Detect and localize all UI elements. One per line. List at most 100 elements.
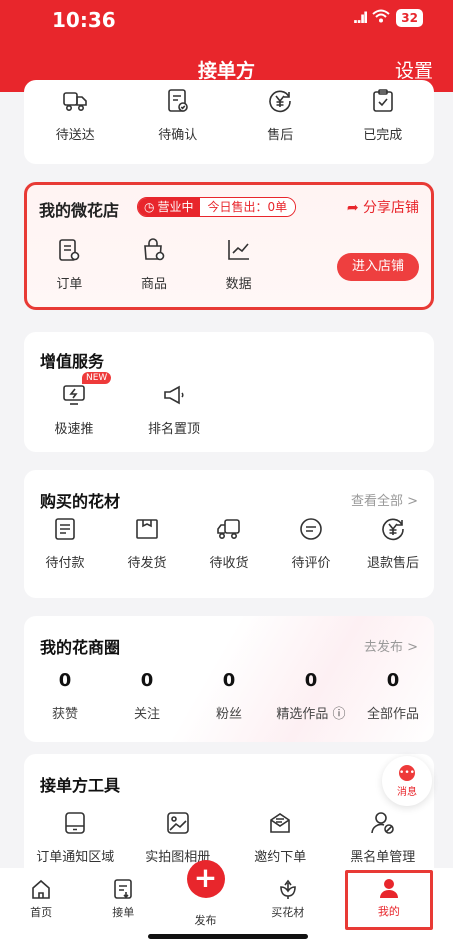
- value-item-label: 排名置顶: [147, 422, 200, 437]
- purchase-pending-payment[interactable]: 待付款: [24, 516, 106, 571]
- purchase-item-label: 待付款: [45, 556, 85, 571]
- purchase-pending-receive[interactable]: 待收货: [188, 516, 270, 571]
- stat-all-works[interactable]: 0 全部作品: [352, 670, 434, 722]
- photo-album[interactable]: 实拍图相册: [127, 810, 230, 865]
- message-float-button[interactable]: ••• 消息: [382, 756, 432, 806]
- flower-circle-card: 我的花商圈 去发布 > 0 获赞 0 关注 0 粉丝 0 精选作品 ⓘ 0 全部…: [24, 616, 434, 742]
- status-icons: ..ıl 32: [353, 9, 423, 27]
- box-icon: [134, 516, 160, 542]
- user-icon: [378, 877, 400, 899]
- receive-order-icon: [112, 878, 134, 900]
- shop-item-label: 数据: [225, 277, 252, 292]
- tool-label: 订单通知区域: [36, 850, 115, 865]
- truck-icon: [216, 516, 242, 542]
- receiver-tools-card: 接单方工具 订单通知区域 实拍图相册 邀约下单 黑名单管理: [24, 754, 434, 884]
- stat-label: 关注: [133, 707, 160, 722]
- truck-icon: [62, 88, 88, 114]
- yuan-refund-icon: [267, 88, 293, 114]
- invite-order[interactable]: 邀约下单: [229, 810, 332, 865]
- signal-icon: ..ıl: [352, 9, 369, 27]
- micro-shop-card: 我的微花店 ◷ 营业中 今日售出：0单 ➦ 分享店铺 订单 商品 数据 进入店铺: [24, 182, 434, 310]
- tool-label: 邀约下单: [254, 850, 307, 865]
- wifi-icon: [372, 9, 390, 27]
- shop-products[interactable]: 商品: [112, 237, 197, 292]
- home-indicator: [148, 934, 308, 939]
- tab-label: 买花材: [271, 906, 305, 919]
- go-publish-link[interactable]: 去发布 >: [364, 636, 418, 655]
- stat-featured-works[interactable]: 0 精选作品 ⓘ: [270, 670, 352, 722]
- sold-today: 今日售出：0单: [199, 198, 296, 216]
- open-status: ◷ 营业中: [138, 198, 200, 216]
- tab-label: 接单: [112, 906, 135, 919]
- purchase-item-label: 待收货: [209, 556, 249, 571]
- fast-push-item[interactable]: 极速推: [24, 382, 124, 437]
- settings-button[interactable]: 设置: [395, 56, 433, 83]
- stat-value: 0: [386, 670, 400, 691]
- shop-item-label: 商品: [141, 277, 168, 292]
- chart-icon: [226, 237, 252, 263]
- shop-data[interactable]: 数据: [196, 237, 281, 292]
- megaphone-icon: [161, 382, 187, 408]
- shop-item-label: 订单: [56, 277, 83, 292]
- purchase-item-label: 退款售后: [366, 556, 419, 571]
- flower-icon: [277, 878, 299, 900]
- share-shop-button[interactable]: ➦ 分享店铺: [347, 197, 419, 217]
- order-status-label: 已完成: [363, 128, 403, 143]
- order-status-label: 待确认: [158, 128, 198, 143]
- order-status-completed[interactable]: 已完成: [332, 88, 435, 143]
- stat-label: 精选作品 ⓘ: [276, 707, 346, 722]
- stat-value: 0: [140, 670, 154, 691]
- order-status-after-sale[interactable]: 售后: [229, 88, 332, 143]
- purchase-pending-ship[interactable]: 待发货: [106, 516, 188, 571]
- order-notify-area[interactable]: 订单通知区域: [24, 810, 127, 865]
- stat-value: 0: [58, 670, 72, 691]
- stat-label: 获赞: [51, 707, 78, 722]
- value-service-card: 增值服务 极速推 排名置顶 NEW: [24, 332, 434, 452]
- tab-label: 首页: [30, 906, 53, 919]
- home-icon: [30, 878, 52, 900]
- stat-likes[interactable]: 0 获赞: [24, 670, 106, 722]
- purchase-item-label: 待评价: [291, 556, 331, 571]
- enter-shop-button[interactable]: 进入店铺: [337, 253, 419, 281]
- new-badge: NEW: [82, 372, 112, 384]
- tools-title: 接单方工具: [40, 776, 121, 795]
- value-item-label: 极速推: [54, 422, 94, 437]
- circle-title: 我的花商圈: [40, 638, 121, 657]
- ranking-top-item[interactable]: 排名置顶: [124, 382, 224, 437]
- plus-icon: +: [186, 860, 225, 898]
- view-all-link[interactable]: 查看全部 >: [351, 490, 418, 509]
- tab-home[interactable]: 首页: [0, 868, 82, 946]
- clipboard-check-icon: [370, 88, 396, 114]
- purchased-materials-card: 购买的花材 查看全部 > 待付款 待发货 待收货 待评价 退款售后: [24, 470, 434, 598]
- stat-value: 0: [222, 670, 236, 691]
- boost-icon: [61, 382, 87, 408]
- stat-label: 粉丝: [215, 707, 242, 722]
- tab-mine[interactable]: 我的: [344, 870, 434, 930]
- share-icon: ➦: [346, 200, 359, 216]
- page-title: 接单方: [197, 60, 255, 82]
- order-status-pending-confirm[interactable]: 待确认: [127, 88, 230, 143]
- document-check-icon: [165, 88, 191, 114]
- order-status-pending-delivery[interactable]: 待送达: [24, 88, 127, 143]
- value-service-title: 增值服务: [40, 352, 105, 371]
- invoice-icon: [52, 516, 78, 542]
- blacklist-manage[interactable]: 黑名单管理: [332, 810, 435, 865]
- shop-title: 我的微花店: [39, 201, 120, 220]
- battery-icon: 32: [396, 9, 423, 27]
- shop-status-badge: ◷ 营业中 今日售出：0单: [137, 197, 297, 217]
- tab-label: 发布: [194, 914, 217, 927]
- clock-icon: ◷: [144, 200, 155, 214]
- message-icon: •••: [399, 764, 415, 781]
- order-status-label: 待送达: [55, 128, 95, 143]
- tab-label: 我的: [377, 905, 400, 918]
- purchase-pending-review[interactable]: 待评价: [270, 516, 352, 571]
- envelope-icon: [267, 810, 293, 836]
- shop-orders[interactable]: 订单: [27, 237, 112, 292]
- status-time: 10:36: [52, 8, 116, 32]
- app-header: 10:36 ..ıl 32 接单方 设置: [0, 0, 453, 92]
- stat-fans[interactable]: 0 粉丝: [188, 670, 270, 722]
- comment-icon: [298, 516, 324, 542]
- purchase-refund[interactable]: 退款售后: [352, 516, 434, 571]
- stat-following[interactable]: 0 关注: [106, 670, 188, 722]
- purchased-title: 购买的花材: [40, 492, 121, 511]
